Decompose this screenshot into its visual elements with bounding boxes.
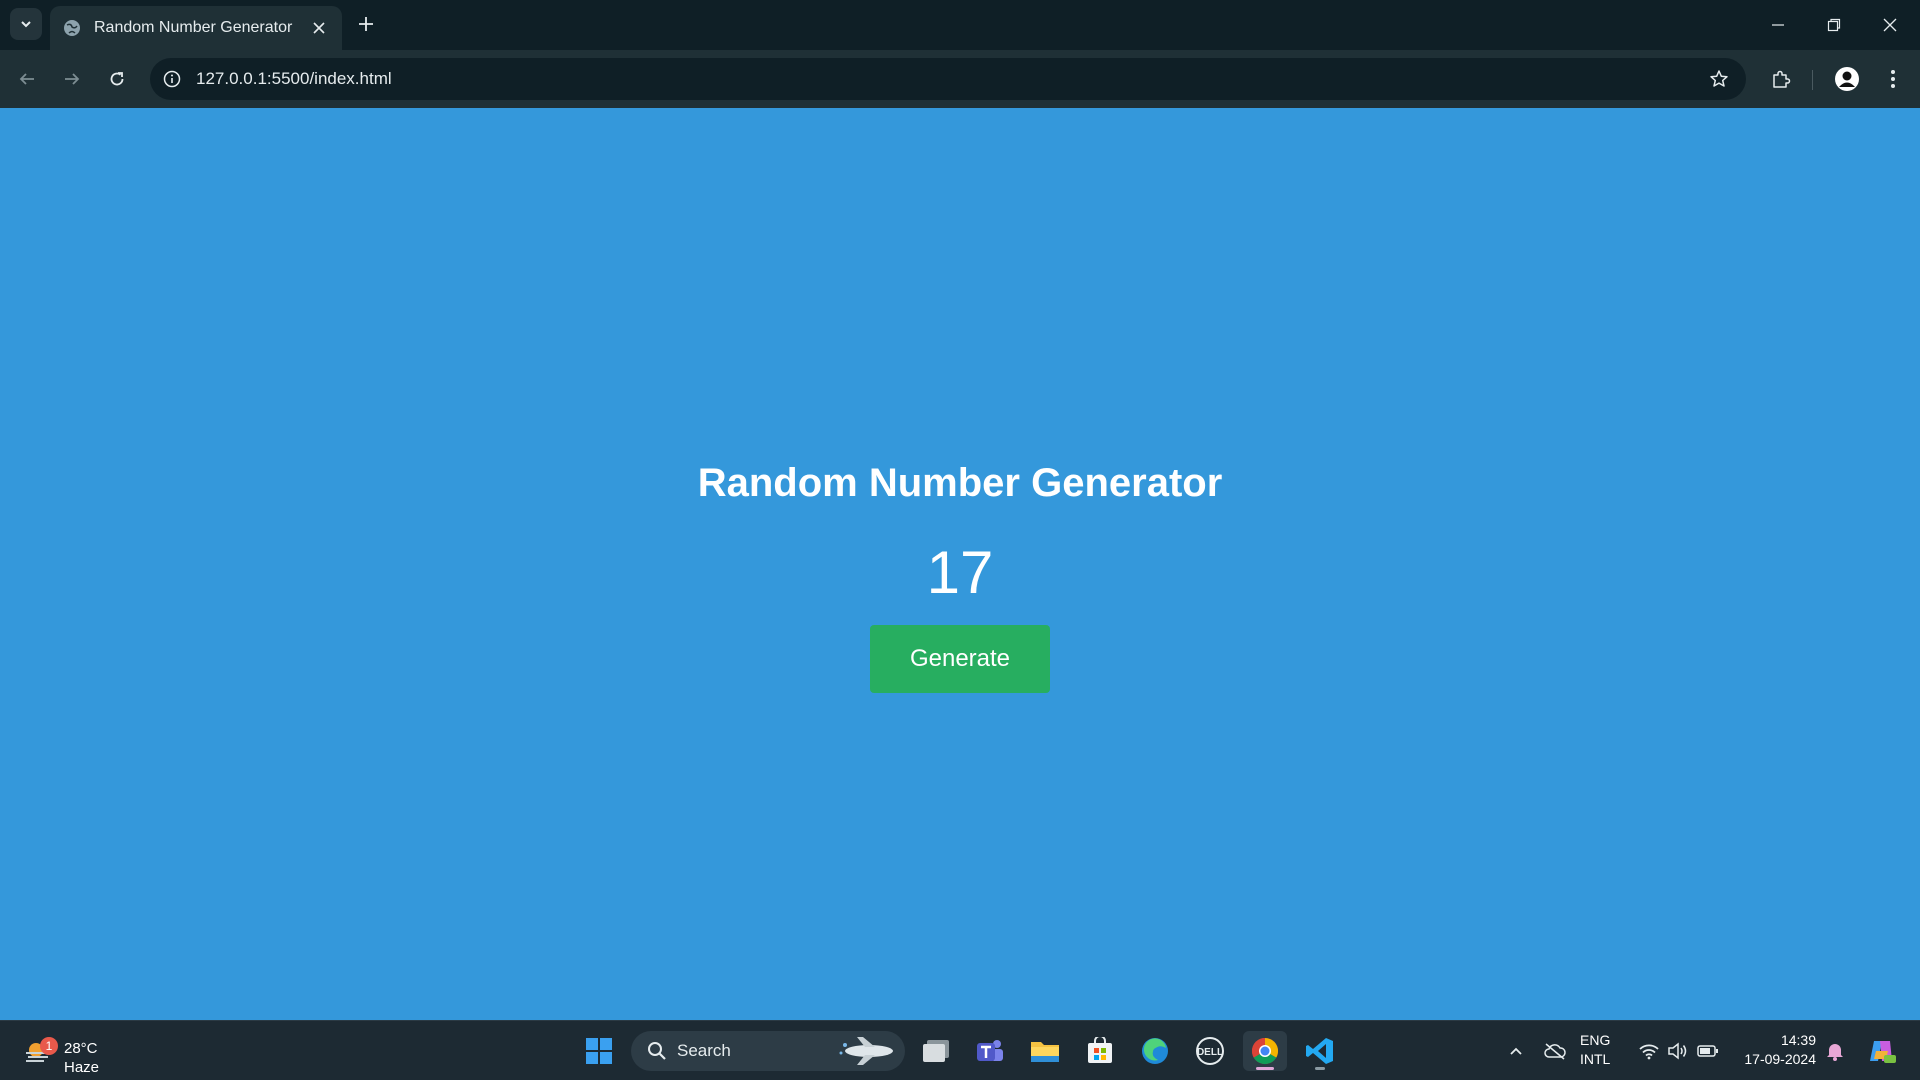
taskbar-microsoft-store[interactable] <box>1078 1031 1122 1071</box>
close-tab-icon[interactable] <box>308 17 330 39</box>
weather-condition: Haze <box>64 1059 100 1076</box>
volume-tray-button[interactable] <box>1664 1035 1692 1067</box>
start-button[interactable] <box>577 1031 621 1071</box>
bell-icon <box>1827 1044 1843 1061</box>
notifications-button[interactable] <box>1822 1035 1848 1067</box>
avatar-icon <box>1835 67 1859 91</box>
file-explorer-icon <box>1031 1042 1059 1062</box>
copilot-button[interactable] <box>1864 1035 1898 1067</box>
battery-icon <box>1697 1045 1718 1057</box>
keyboard-layout: INTL <box>1580 1051 1611 1067</box>
speaker-icon <box>1668 1042 1687 1060</box>
search-highlight-airplane-icon <box>839 1037 893 1065</box>
reload-button[interactable] <box>100 62 134 96</box>
clock-date: 17-09-2024 <box>1744 1051 1816 1067</box>
tab-title: Random Number Generator <box>94 19 293 36</box>
restore-button[interactable] <box>1806 0 1862 50</box>
taskbar-chrome[interactable] <box>1243 1031 1287 1071</box>
plus-icon <box>359 17 373 31</box>
browser-toolbar: 127.0.0.1:5500/index.html <box>0 50 1920 108</box>
tab-search-button[interactable] <box>10 8 42 40</box>
weather-widget[interactable]: 1 28°C Haze <box>20 1029 110 1076</box>
microsoft-store-icon <box>1088 1037 1112 1063</box>
chrome-icon <box>1251 1037 1279 1065</box>
taskbar-vscode[interactable] <box>1298 1031 1342 1071</box>
language-code: ENG <box>1580 1032 1611 1048</box>
search-placeholder: Search <box>677 1041 731 1060</box>
teams-icon <box>977 1040 1003 1061</box>
vscode-icon <box>1306 1038 1333 1064</box>
show-hidden-icons-button[interactable] <box>1502 1035 1530 1067</box>
onedrive-tray-button[interactable] <box>1540 1035 1570 1067</box>
browser-tab-strip: Random Number Generator <box>0 0 1920 50</box>
browser-menu-button[interactable] <box>1876 62 1910 96</box>
taskbar-dell[interactable]: DELL <box>1188 1031 1232 1071</box>
puzzle-piece-icon <box>1773 70 1791 88</box>
address-bar[interactable]: 127.0.0.1:5500/index.html <box>150 58 1746 100</box>
url-text: 127.0.0.1:5500/index.html <box>196 69 392 88</box>
taskbar-edge[interactable] <box>1133 1031 1177 1071</box>
language-indicator[interactable]: ENG INTL <box>1580 1031 1610 1069</box>
minimize-button[interactable] <box>1750 0 1806 50</box>
chevron-down-icon <box>21 21 31 28</box>
chevron-up-icon <box>1510 1047 1522 1055</box>
profile-button[interactable] <box>1830 62 1864 96</box>
taskbar-teams[interactable] <box>968 1031 1012 1071</box>
taskbar-search[interactable]: Search <box>631 1031 905 1071</box>
edge-icon <box>1142 1038 1168 1064</box>
bookmark-star-icon[interactable] <box>1702 62 1736 96</box>
arrow-left-icon <box>19 73 34 85</box>
battery-tray-button[interactable] <box>1694 1035 1722 1067</box>
taskbar-file-explorer[interactable] <box>1023 1031 1067 1071</box>
search-icon <box>645 1039 669 1063</box>
site-info-icon[interactable] <box>156 63 188 95</box>
minimize-icon <box>1772 24 1784 26</box>
taskbar-clock[interactable]: 14:39 17-09-2024 <box>1732 1031 1816 1069</box>
extensions-button[interactable] <box>1764 62 1798 96</box>
reload-icon <box>110 72 124 86</box>
taskbar-task-view[interactable] <box>914 1031 958 1071</box>
forward-button[interactable] <box>55 62 89 96</box>
random-number-display: 17 <box>926 539 994 606</box>
dell-icon: DELL <box>1196 1037 1224 1065</box>
arrow-right-icon <box>65 73 80 85</box>
browser-tab-active[interactable]: Random Number Generator <box>50 6 342 50</box>
close-window-button[interactable] <box>1862 0 1918 50</box>
task-view-icon <box>923 1040 949 1062</box>
restore-icon <box>1827 18 1841 32</box>
notification-badge: 1 <box>40 1037 58 1055</box>
toolbar-divider <box>1812 70 1813 90</box>
close-icon <box>1883 18 1897 32</box>
cloud-offline-icon <box>1544 1043 1566 1060</box>
wifi-tray-button[interactable] <box>1634 1035 1664 1067</box>
copilot-icon <box>1870 1041 1896 1063</box>
windows-taskbar: 1 28°C Haze Search DELL ENG INTL 14:39 1… <box>0 1020 1920 1080</box>
weather-temperature: 28°C <box>64 1040 98 1057</box>
new-tab-button[interactable] <box>352 10 380 38</box>
wifi-icon <box>1639 1044 1659 1060</box>
windows-start-icon <box>586 1038 612 1064</box>
svg-text:DELL: DELL <box>1197 1047 1223 1058</box>
back-button[interactable] <box>10 62 44 96</box>
page-title: Random Number Generator <box>697 461 1223 505</box>
globe-icon <box>62 18 82 38</box>
clock-time: 14:39 <box>1780 1032 1816 1048</box>
running-indicator <box>1315 1067 1325 1070</box>
generate-button[interactable]: Generate <box>870 625 1050 693</box>
running-indicator <box>1256 1067 1274 1070</box>
more-vertical-icon <box>1891 70 1895 88</box>
web-page-viewport: Random Number Generator 17 Generate <box>0 108 1920 1020</box>
